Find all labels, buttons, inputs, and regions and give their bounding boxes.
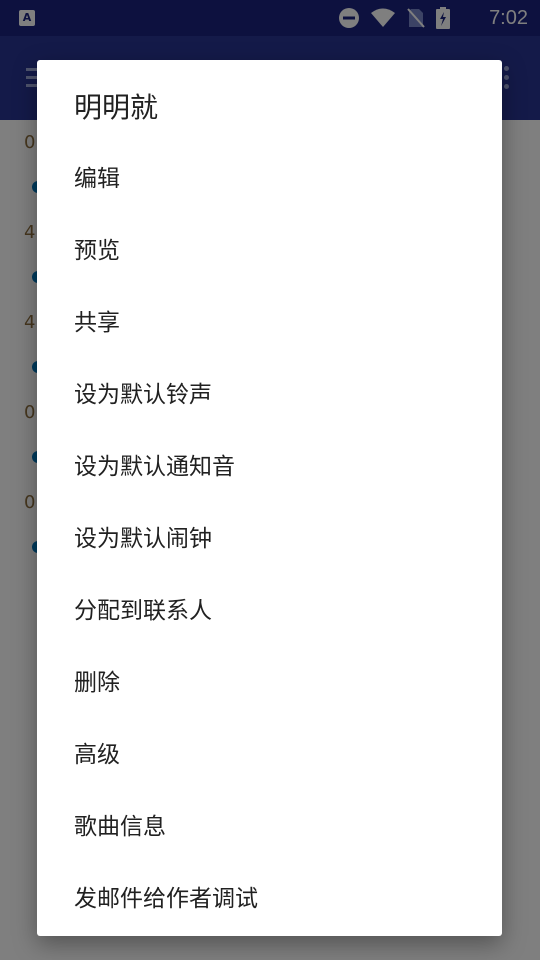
menu-item-delete[interactable]: 删除 [37, 644, 502, 716]
menu-item-preview[interactable]: 预览 [37, 212, 502, 284]
dialog-title: 明明就 [74, 91, 159, 124]
menu-item-set-default-ringtone[interactable]: 设为默认铃声 [37, 356, 502, 428]
dialog-menu-list: 编辑 预览 共享 设为默认铃声 设为默认通知音 设为默认闹钟 分配到联系人 删除… [37, 140, 502, 932]
menu-item-share[interactable]: 共享 [37, 284, 502, 356]
menu-item-advanced[interactable]: 高级 [37, 716, 502, 788]
menu-item-set-default-alarm[interactable]: 设为默认闹钟 [37, 500, 502, 572]
menu-item-song-info[interactable]: 歌曲信息 [37, 788, 502, 860]
song-options-dialog: 明明就 编辑 预览 共享 设为默认铃声 设为默认通知音 设为默认闹钟 分配到联系… [37, 60, 502, 936]
menu-item-assign-to-contact[interactable]: 分配到联系人 [37, 572, 502, 644]
menu-item-set-default-notification[interactable]: 设为默认通知音 [37, 428, 502, 500]
menu-item-edit[interactable]: 编辑 [37, 140, 502, 212]
menu-item-email-author-debug[interactable]: 发邮件给作者调试 [37, 860, 502, 932]
